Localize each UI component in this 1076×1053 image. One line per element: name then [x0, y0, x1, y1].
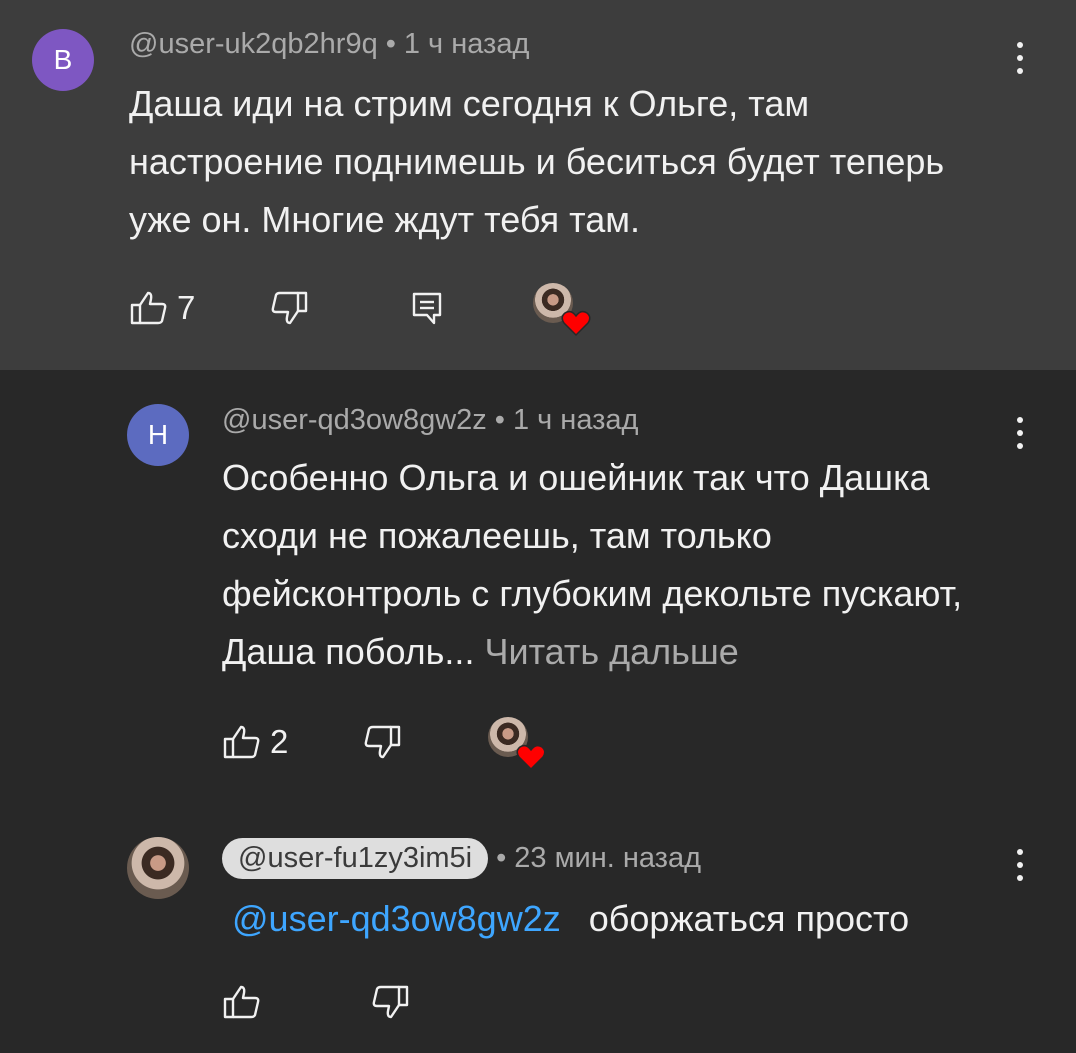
more-vertical-icon[interactable]	[1010, 413, 1030, 453]
thumb-up-icon	[223, 725, 260, 759]
creator-heart	[488, 717, 546, 771]
dislike-button[interactable]	[362, 722, 402, 762]
timestamp: 1 ч назад	[512, 404, 639, 436]
separator-dot: •	[494, 404, 505, 436]
thumb-down-icon	[372, 985, 409, 1019]
comment-3: @user-fu1zy3im5i • 23 мин. назад @user-q…	[0, 800, 1076, 1053]
thumb-up-icon	[223, 985, 260, 1019]
dislike-button[interactable]	[269, 288, 309, 328]
like-count: 2	[270, 723, 289, 760]
more-vertical-icon[interactable]	[1010, 845, 1030, 885]
comment-2: Н @user-qd3ow8gw2z • 1 ч назад Особенно …	[0, 370, 1076, 800]
timestamp: 23 мин. назад	[514, 842, 702, 874]
like-button[interactable]	[222, 982, 262, 1022]
thumb-down-icon	[364, 725, 401, 759]
read-more-link[interactable]: Читать дальше	[484, 631, 738, 672]
reply-button[interactable]	[407, 288, 447, 328]
creator-heart	[533, 283, 591, 337]
separator-dot: •	[496, 842, 507, 874]
separator-dot: •	[385, 28, 396, 60]
reply-icon	[413, 292, 442, 325]
creator-author-badge[interactable]: @user-fu1zy3im5i	[222, 838, 489, 879]
avatar[interactable]: Н	[127, 404, 189, 466]
comment-text: Особенно Ольга и ошейник так что Дашка с…	[222, 449, 1002, 681]
comment-actions: 2	[222, 717, 546, 771]
comment-1: B @user-uk2qb2hr9q • 1 ч назад Даша иди …	[0, 0, 1076, 370]
comment-header: @user-qd3ow8gw2z • 1 ч назад	[222, 404, 638, 437]
like-count: 7	[177, 289, 196, 326]
mention-link[interactable]: @user-qd3ow8gw2z	[232, 898, 561, 939]
like-button[interactable]: 7	[129, 288, 195, 328]
author-name[interactable]: @user-uk2qb2hr9q	[129, 28, 378, 61]
avatar[interactable]	[127, 837, 189, 899]
heart-icon	[561, 310, 591, 337]
thumb-up-icon	[130, 291, 167, 325]
author-name[interactable]: @user-qd3ow8gw2z	[222, 404, 487, 437]
more-vertical-icon[interactable]	[1010, 38, 1030, 78]
comment-text: @user-qd3ow8gw2z оборжаться просто	[232, 890, 1012, 948]
thumb-down-icon	[271, 291, 308, 325]
dislike-button[interactable]	[370, 982, 410, 1022]
like-button[interactable]: 2	[222, 722, 288, 762]
comment-header: @user-uk2qb2hr9q • 1 ч назад	[129, 28, 529, 61]
comment-text-body: оборжаться просто	[588, 898, 910, 939]
comment-actions: 7	[129, 283, 591, 337]
comment-text: Даша иди на стрим сегодня к Ольге, там н…	[129, 83, 945, 240]
timestamp: 1 ч назад	[403, 28, 530, 60]
comment-header: @user-fu1zy3im5i • 23 мин. назад	[222, 838, 701, 879]
heart-icon	[516, 744, 546, 771]
comment-actions	[222, 982, 410, 1022]
avatar[interactable]: B	[32, 29, 94, 91]
